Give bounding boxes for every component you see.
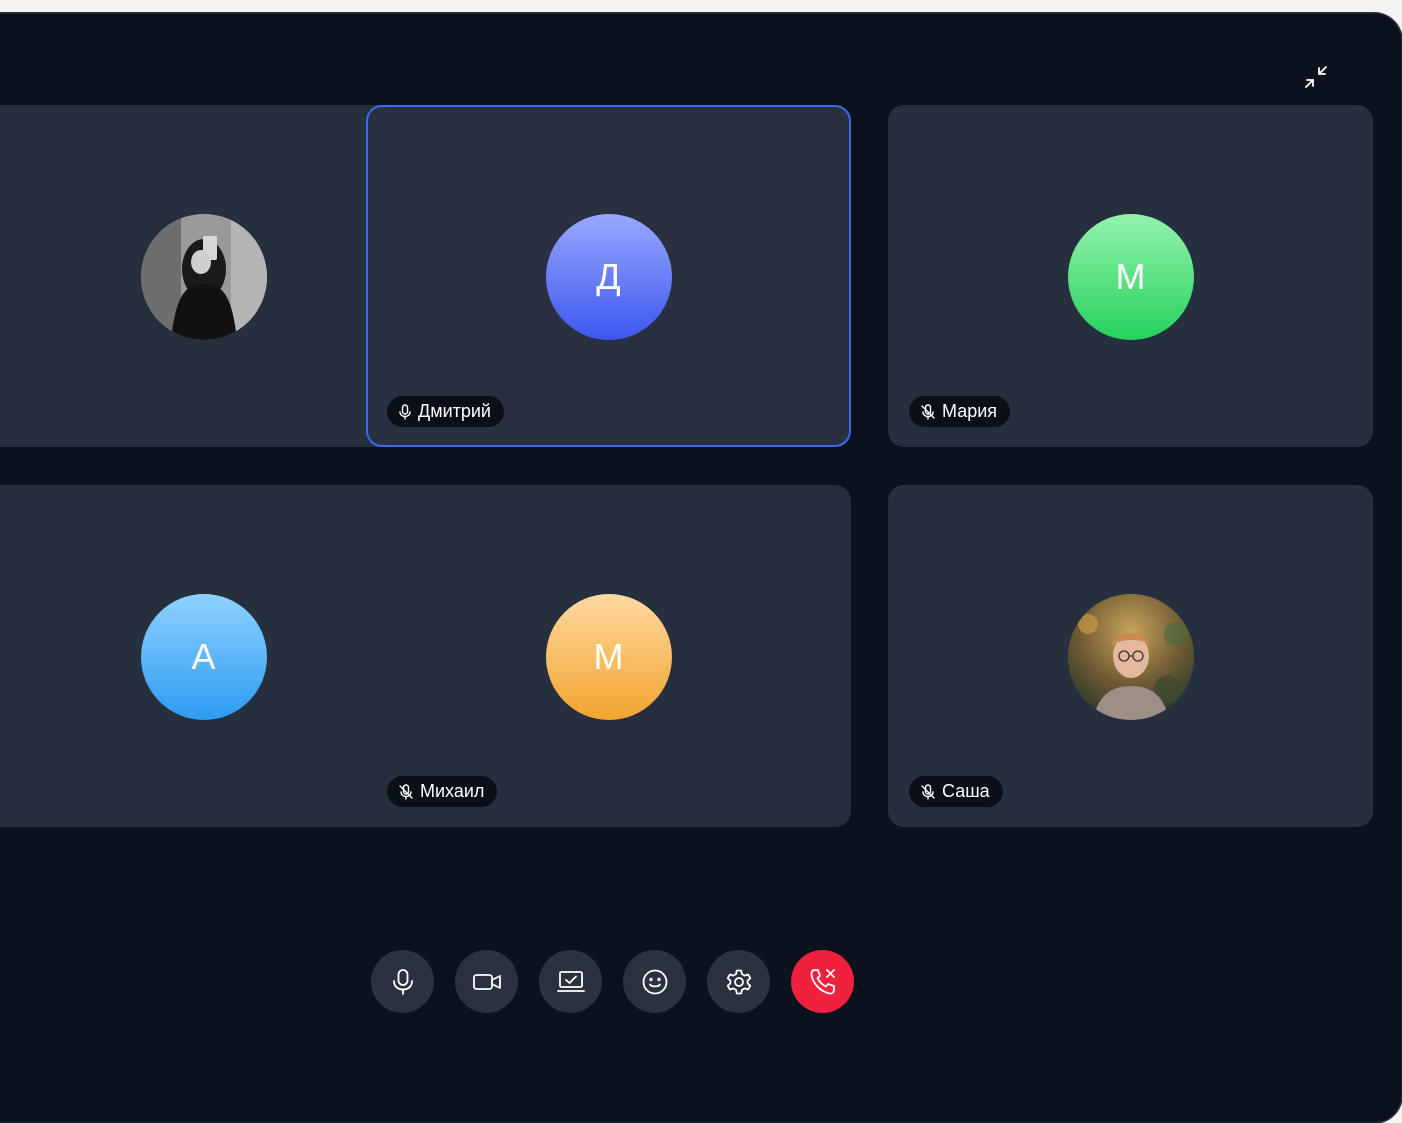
avatar-initial: Д — [596, 256, 621, 297]
participant-name-badge: Дмитрий — [387, 396, 504, 427]
avatar: М — [1067, 214, 1194, 340]
screen-share-button[interactable] — [539, 950, 602, 1013]
participant-tile-active[interactable]: Д Дмитрий — [366, 105, 851, 447]
avatar: А — [140, 594, 267, 720]
camera-icon — [472, 973, 501, 990]
avatar: Д — [545, 214, 672, 340]
participant-tile[interactable]: М Михаил — [366, 485, 851, 827]
avatar-initial: А — [191, 636, 216, 677]
end-call-icon — [810, 968, 835, 994]
camera-button[interactable] — [455, 950, 518, 1013]
participant-name: Дмитрий — [418, 401, 491, 421]
screen-share-icon — [556, 970, 585, 992]
participant-name: Мария — [942, 401, 998, 421]
microphone-icon — [399, 403, 411, 420]
participant-name: Саша — [942, 781, 990, 801]
microphone-muted-icon — [399, 783, 413, 800]
settings-button[interactable] — [707, 950, 770, 1013]
settings-icon — [726, 969, 751, 994]
participant-name-badge: Михаил — [387, 776, 498, 807]
participant-tile[interactable]: М Мария — [888, 105, 1373, 447]
avatar: М — [545, 594, 672, 720]
end-call-button[interactable] — [791, 950, 854, 1013]
participant-name-badge: Саша — [909, 776, 1003, 807]
microphone-muted-icon — [921, 403, 935, 420]
avatar — [140, 214, 267, 340]
microphone-button[interactable] — [371, 950, 434, 1013]
emoji-icon — [642, 969, 667, 994]
participant-name: Михаил — [420, 781, 485, 801]
microphone-icon — [392, 968, 413, 995]
participant-tile[interactable]: Саша — [888, 485, 1373, 827]
emoji-button[interactable] — [623, 950, 686, 1013]
participant-name-badge: Мария — [909, 396, 1011, 427]
collapse-icon[interactable] — [1297, 58, 1335, 96]
avatar — [1067, 594, 1194, 720]
microphone-muted-icon — [921, 783, 935, 800]
avatar-initial: М — [1115, 256, 1146, 297]
avatar-initial: М — [593, 636, 624, 677]
call-controls — [371, 950, 854, 1013]
